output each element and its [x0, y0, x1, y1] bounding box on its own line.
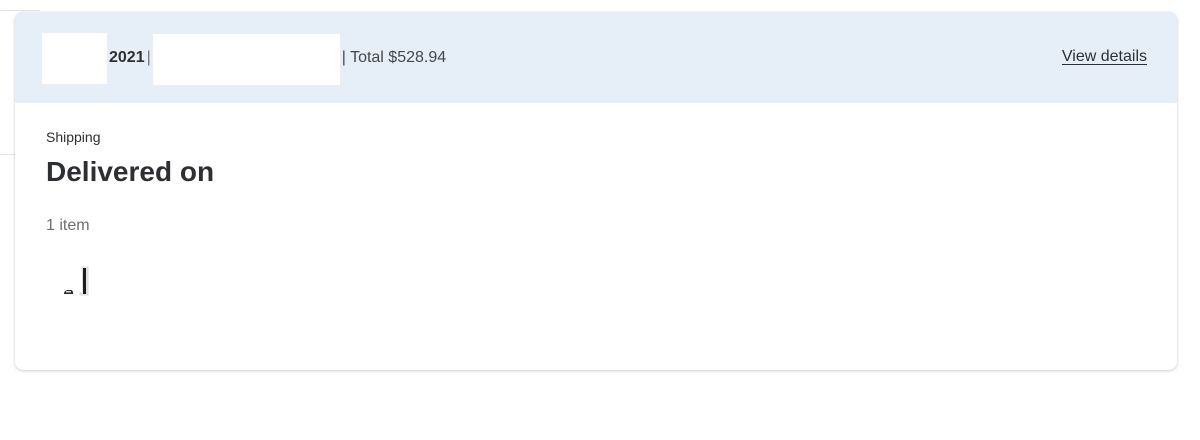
order-card: 2021 | | Total $528.94 View details Ship… — [15, 12, 1177, 370]
order-header: 2021 | | Total $528.94 View details — [15, 12, 1177, 103]
order-body: Shipping Delivered on 1 item — [15, 103, 1177, 349]
separator: | — [146, 48, 151, 66]
order-summary: 2021 | | Total $528.94 — [42, 31, 446, 85]
order-total: | Total $528.94 — [341, 48, 447, 66]
fulfillment-type: Shipping — [46, 129, 101, 145]
item-count: 1 item — [46, 217, 90, 234]
redacted-order-number — [152, 33, 340, 85]
game-console-icon — [64, 266, 89, 296]
redacted-date — [42, 33, 107, 84]
item-thumbnail[interactable] — [48, 263, 108, 323]
page: 2021 | | Total $528.94 View details Ship… — [0, 0, 1200, 440]
background-divider — [0, 10, 40, 11]
view-details-link[interactable]: View details — [1062, 48, 1147, 66]
delivery-status: Delivered on — [46, 156, 215, 187]
order-year: 2021 — [109, 48, 145, 66]
